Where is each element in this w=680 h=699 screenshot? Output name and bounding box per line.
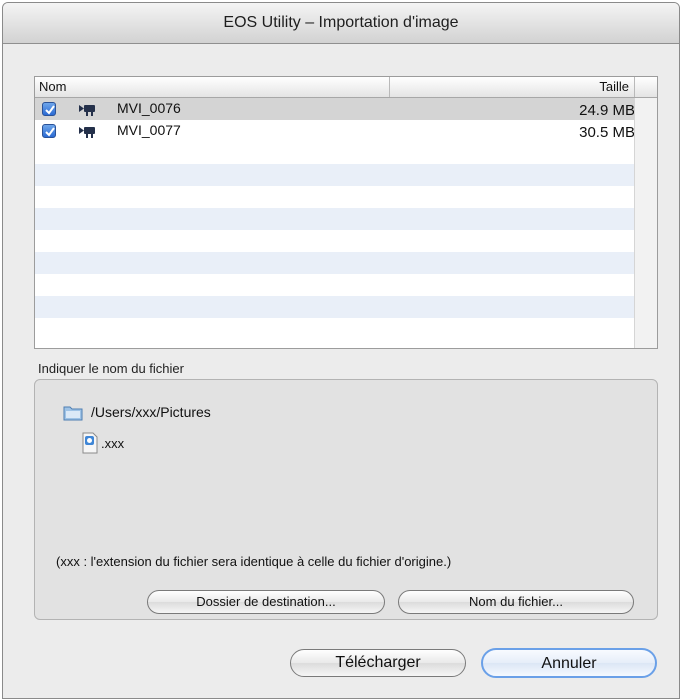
table-row[interactable]: MVI_0076 24.9 MB bbox=[35, 98, 635, 120]
movie-camera-icon bbox=[79, 127, 95, 138]
row-checkbox[interactable] bbox=[42, 124, 56, 138]
row-checkbox[interactable] bbox=[42, 102, 56, 116]
download-button[interactable]: Télécharger bbox=[290, 649, 466, 677]
destination-folder-button[interactable]: Dossier de destination... bbox=[147, 590, 385, 614]
file-extension: .xxx bbox=[101, 436, 125, 451]
column-header-size[interactable]: Taille bbox=[599, 79, 629, 94]
empty-row bbox=[35, 230, 635, 252]
empty-row bbox=[35, 208, 635, 230]
empty-row bbox=[35, 296, 635, 318]
cancel-button[interactable]: Annuler bbox=[481, 648, 657, 678]
import-dialog: EOS Utility – Importation d'image Nom Ta… bbox=[2, 2, 680, 699]
file-size: 24.9 MB bbox=[579, 102, 635, 119]
list-header: Nom Taille bbox=[35, 77, 657, 98]
vertical-scrollbar[interactable] bbox=[634, 98, 657, 348]
file-icon bbox=[82, 432, 98, 454]
filename-section-label: Indiquer le nom du fichier bbox=[38, 361, 184, 376]
folder-icon bbox=[63, 406, 83, 421]
column-header-name[interactable]: Nom bbox=[39, 79, 66, 94]
file-list[interactable]: Nom Taille MVI_0076 24.9 MB MVI_0077 30.… bbox=[34, 76, 658, 349]
destination-path: /Users/xxx/Pictures bbox=[91, 404, 211, 420]
empty-row bbox=[35, 252, 635, 274]
empty-row bbox=[35, 274, 635, 296]
list-rows: MVI_0076 24.9 MB MVI_0077 30.5 MB bbox=[35, 98, 635, 348]
checkmark-icon bbox=[45, 127, 55, 137]
column-divider bbox=[389, 77, 390, 97]
empty-row bbox=[35, 186, 635, 208]
file-name-button[interactable]: Nom du fichier... bbox=[398, 590, 634, 614]
empty-row bbox=[35, 164, 635, 186]
file-name: MVI_0077 bbox=[117, 122, 181, 138]
window-title: EOS Utility – Importation d'image bbox=[3, 3, 679, 44]
file-name: MVI_0076 bbox=[117, 100, 181, 116]
empty-row bbox=[35, 142, 635, 164]
empty-row bbox=[35, 318, 635, 340]
filename-group: /Users/xxx/Pictures .xxx (xxx : l'extens… bbox=[34, 379, 658, 620]
table-row[interactable]: MVI_0077 30.5 MB bbox=[35, 120, 635, 142]
movie-camera-icon bbox=[79, 105, 95, 116]
extension-note: (xxx : l'extension du fichier sera ident… bbox=[56, 554, 452, 569]
checkmark-icon bbox=[45, 105, 55, 115]
column-divider bbox=[634, 77, 635, 97]
file-size: 30.5 MB bbox=[579, 124, 635, 141]
